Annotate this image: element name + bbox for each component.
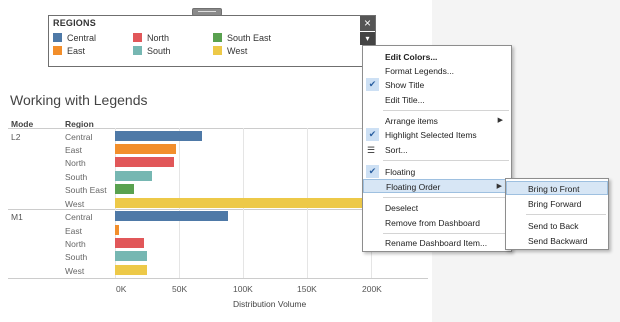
bar-l2-east[interactable] bbox=[115, 144, 177, 154]
menu-arrange-items[interactable]: Arrange items ▶ bbox=[363, 114, 511, 128]
menu-show-title[interactable]: ✔ Show Title bbox=[363, 78, 511, 92]
checkmark-icon: ✔ bbox=[366, 78, 379, 91]
bar-l2-north[interactable] bbox=[115, 157, 174, 167]
legend-item-label: West bbox=[227, 45, 248, 56]
x-tick-label: 0K bbox=[116, 284, 127, 294]
menu-edit-title[interactable]: Edit Title... bbox=[363, 93, 511, 107]
region-label: North bbox=[65, 239, 86, 249]
legend-swatch bbox=[53, 46, 62, 55]
menu-rename-dashboard-item[interactable]: Rename Dashboard Item... bbox=[363, 236, 511, 250]
menu-item-label: Arrange items bbox=[385, 116, 438, 126]
bar-m1-east[interactable] bbox=[115, 225, 119, 235]
legend-context-menu: Edit Colors... Format Legends... ✔ Show … bbox=[362, 45, 512, 252]
submenu-bring-forward[interactable]: Bring Forward bbox=[506, 197, 608, 211]
mode-label-m1: M1 bbox=[11, 212, 23, 222]
menu-separator bbox=[383, 233, 509, 234]
menu-sort[interactable]: ☰ Sort... bbox=[363, 143, 511, 157]
region-label: East bbox=[65, 226, 83, 236]
floating-order-submenu: Bring to Front Bring Forward Send to Bac… bbox=[505, 178, 609, 250]
chart-title: Working with Legends bbox=[10, 92, 148, 108]
menu-format-legends[interactable]: Format Legends... bbox=[363, 64, 511, 78]
region-label: West bbox=[65, 199, 85, 209]
legend-title: REGIONS bbox=[53, 18, 96, 28]
region-label: West bbox=[65, 266, 85, 276]
bar-l2-south-east[interactable] bbox=[115, 184, 135, 194]
x-tick-label: 200K bbox=[362, 284, 382, 294]
bar-l2-south[interactable] bbox=[115, 171, 153, 181]
x-tick-label: 150K bbox=[297, 284, 317, 294]
submenu-arrow-icon: ▶ bbox=[496, 183, 502, 190]
mode-label-l2: L2 bbox=[11, 132, 21, 142]
menu-separator bbox=[383, 160, 509, 161]
bar-l2-west[interactable] bbox=[115, 198, 371, 208]
region-label: South bbox=[65, 252, 88, 262]
menu-item-label: Floating bbox=[385, 167, 416, 177]
checkmark-icon: ✔ bbox=[366, 165, 379, 178]
submenu-bring-to-front[interactable]: Bring to Front bbox=[506, 181, 608, 195]
legend-item-west[interactable]: West bbox=[213, 45, 247, 56]
region-label: South bbox=[65, 172, 88, 182]
close-icon[interactable]: × bbox=[360, 16, 375, 31]
legend-item-central[interactable]: Central bbox=[53, 32, 96, 43]
legend-swatch bbox=[53, 33, 62, 42]
legend-item-label: North bbox=[147, 32, 170, 43]
menu-separator bbox=[383, 197, 509, 198]
menu-item-label: Highlight Selected Items bbox=[385, 130, 477, 140]
bar-m1-west[interactable] bbox=[115, 265, 147, 275]
bar-m1-central[interactable] bbox=[115, 211, 228, 221]
submenu-send-backward[interactable]: Send Backward bbox=[506, 234, 608, 248]
legend-item-south-east[interactable]: South East bbox=[213, 32, 271, 43]
legend-swatch bbox=[133, 33, 142, 42]
chevron-down-icon[interactable]: ▾ bbox=[360, 32, 375, 45]
legend-item-label: South bbox=[147, 45, 171, 56]
region-label: South East bbox=[65, 185, 107, 195]
legend-item-label: East bbox=[67, 45, 86, 56]
legend-swatch bbox=[213, 46, 222, 55]
menu-separator bbox=[526, 214, 606, 215]
legend-item-label: Central bbox=[67, 32, 97, 43]
checkmark-icon: ✔ bbox=[366, 128, 379, 141]
legend-swatch bbox=[133, 46, 142, 55]
menu-item-label: Show Title bbox=[385, 80, 425, 90]
menu-deselect[interactable]: Deselect bbox=[363, 201, 511, 215]
x-tick-label: 100K bbox=[233, 284, 253, 294]
x-tick-label: 50K bbox=[172, 284, 188, 294]
x-axis-title: Distribution Volume bbox=[233, 299, 307, 309]
submenu-arrow-icon: ▶ bbox=[497, 117, 503, 124]
menu-item-label: Floating Order bbox=[386, 182, 441, 192]
submenu-send-to-back[interactable]: Send to Back bbox=[506, 219, 608, 233]
menu-remove-from-dashboard[interactable]: Remove from Dashboard bbox=[363, 216, 511, 230]
region-label: Central bbox=[65, 212, 93, 222]
regions-legend[interactable]: REGIONS Central North South East East So… bbox=[48, 15, 376, 67]
region-label: East bbox=[65, 145, 83, 155]
sort-icon: ☰ bbox=[367, 145, 376, 155]
region-label: Central bbox=[65, 132, 93, 142]
bar-m1-south[interactable] bbox=[115, 251, 147, 261]
region-label: North bbox=[65, 158, 86, 168]
menu-separator bbox=[383, 110, 509, 111]
menu-edit-colors[interactable]: Edit Colors... bbox=[363, 50, 511, 64]
bar-l2-central[interactable] bbox=[115, 131, 203, 141]
bar-m1-north[interactable] bbox=[115, 238, 145, 248]
menu-floating-order[interactable]: Floating Order ▶ bbox=[363, 179, 511, 193]
legend-item-south[interactable]: South bbox=[133, 45, 171, 56]
legend-item-north[interactable]: North bbox=[133, 32, 169, 43]
legend-swatch bbox=[213, 33, 222, 42]
legend-item-east[interactable]: East bbox=[53, 45, 85, 56]
axis-line bbox=[8, 278, 428, 279]
menu-highlight-selected[interactable]: ✔ Highlight Selected Items bbox=[363, 128, 511, 142]
menu-floating[interactable]: ✔ Floating bbox=[363, 165, 511, 179]
legend-item-label: South East bbox=[227, 32, 272, 43]
menu-item-label: Sort... bbox=[385, 145, 408, 155]
